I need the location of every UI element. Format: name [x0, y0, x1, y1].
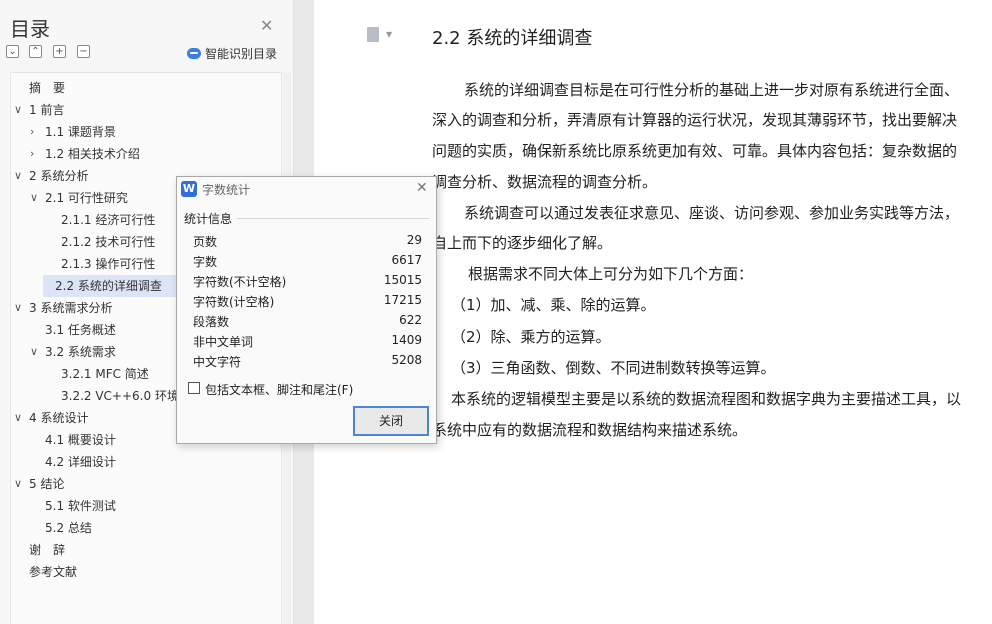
chevron-right-icon[interactable]: ›: [30, 147, 34, 160]
sidebar-title: 目录: [10, 17, 50, 41]
smart-toc-icon: [187, 48, 201, 59]
toc-item[interactable]: 1.1 课题背景: [45, 121, 116, 143]
stat-label: 字数: [193, 255, 218, 269]
toc-item[interactable]: 3.2.2 VC++6.0 环境: [61, 385, 179, 407]
toc-item[interactable]: 4 系统设计: [29, 407, 88, 429]
toc-item[interactable]: 3.1 任务概述: [45, 319, 116, 341]
chevron-right-icon[interactable]: ›: [30, 125, 34, 138]
toc-item[interactable]: 5.1 软件测试: [45, 495, 116, 517]
dialog-title: 字数统计: [202, 183, 251, 197]
paragraph-line: 调查分析、数据流程的调查分析。: [432, 173, 658, 191]
stat-label: 段落数: [193, 315, 230, 329]
dialog-titlebar[interactable]: W 字数统计 ✕: [177, 177, 436, 201]
toc-item[interactable]: 参考文献: [29, 561, 77, 583]
chevron-down-icon[interactable]: ∨: [14, 103, 22, 116]
paragraph-line: 系统的详细调查目标是在可行性分析的基础上进一步对原有系统进行全面、: [464, 81, 960, 99]
close-button[interactable]: 关闭: [353, 406, 429, 436]
toc-item[interactable]: 谢 辞: [29, 539, 65, 561]
paragraph-line: （1）加、减、乘、除的运算。: [451, 296, 656, 314]
stat-value: 5208: [391, 353, 422, 367]
paragraph-line: 自上而下的逐步细化了解。: [432, 234, 613, 252]
include-textbox-label[interactable]: 包括文本框、脚注和尾注(F): [205, 381, 353, 398]
paragraph-line: （3）三角函数、倒数、不同进制数转换等运算。: [451, 359, 776, 377]
stat-value: 29: [406, 233, 422, 247]
toc-item[interactable]: 2.1.1 经济可行性: [61, 209, 155, 231]
collapse-icon[interactable]: ⌃: [29, 45, 42, 58]
add-heading-icon[interactable]: +: [53, 45, 66, 58]
chevron-down-icon[interactable]: ∨: [30, 345, 38, 358]
paragraph-line: 本系统的逻辑模型主要是以系统的数据流程图和数据字典为主要描述工具，以: [451, 390, 962, 408]
include-textbox-checkbox[interactable]: [188, 382, 200, 394]
smart-toc-button[interactable]: 智能识别目录: [187, 45, 277, 62]
toc-item[interactable]: 3.2 系统需求: [45, 341, 116, 363]
toc-item[interactable]: 2 系统分析: [29, 165, 88, 187]
stat-value: 17215: [383, 293, 422, 307]
stat-value: 15015: [383, 273, 422, 287]
stat-value: 1409: [391, 333, 422, 347]
toc-item[interactable]: 2.1.2 技术可行性: [61, 231, 155, 253]
wps-logo-icon: W: [181, 181, 197, 197]
smart-toc-label: 智能识别目录: [205, 47, 278, 61]
toc-item[interactable]: 3.2.1 MFC 简述: [61, 363, 149, 385]
stat-label: 中文字符: [193, 355, 242, 369]
stat-value: 6617: [391, 253, 422, 267]
paragraph-line: 问题的实质，确保新系统比原系统更加有效、可靠。具体内容包括：复杂数据的: [432, 142, 958, 160]
word-count-dialog: W 字数统计 ✕ 统计信息 页数 29 字数 6617 字符数(不计空格) 15015 字符…: [176, 176, 437, 444]
chevron-down-icon[interactable]: ∨: [30, 191, 38, 204]
document-icon[interactable]: [367, 27, 379, 42]
stat-label: 页数: [193, 235, 218, 249]
chevron-down-icon[interactable]: ∨: [14, 169, 22, 182]
toc-item[interactable]: 1.2 相关技术介绍: [45, 143, 140, 165]
toc-item[interactable]: 5 结论: [29, 473, 64, 495]
stat-label: 字符数(计空格): [193, 295, 275, 309]
toc-item[interactable]: 1 前言: [29, 99, 64, 121]
section-heading: 2.2 系统的详细调查: [432, 28, 593, 49]
dialog-close-icon[interactable]: ✕: [416, 180, 428, 196]
paragraph-line: 根据需求不同大体上可分为如下几个方面：: [468, 265, 754, 283]
expand-all-icon[interactable]: ⌄: [6, 45, 19, 58]
chevron-down-icon[interactable]: ∨: [14, 301, 22, 314]
stat-label: 字符数(不计空格): [193, 275, 287, 289]
toc-item[interactable]: 3 系统需求分析: [29, 297, 112, 319]
toc-item[interactable]: 4.2 详细设计: [45, 451, 116, 473]
paragraph-line: （2）除、乘方的运算。: [451, 328, 611, 346]
document-dropdown-icon[interactable]: ▼: [386, 30, 392, 39]
stat-label: 非中文单词: [193, 335, 254, 349]
toc-item[interactable]: 4.1 概要设计: [45, 429, 116, 451]
toc-item[interactable]: 5.2 总结: [45, 517, 92, 539]
paragraph-line: 深入的调查和分析，弄清原有计算器的运行状况，发现其薄弱环节，找出要解决: [432, 111, 958, 129]
toc-item[interactable]: 摘 要: [29, 77, 65, 99]
chevron-down-icon[interactable]: ∨: [14, 477, 22, 490]
toc-item[interactable]: 2.1 可行性研究: [45, 187, 128, 209]
remove-heading-icon[interactable]: −: [77, 45, 90, 58]
section-divider: [237, 218, 429, 219]
sidebar-close-icon[interactable]: ✕: [260, 16, 273, 35]
stat-value: 622: [399, 313, 422, 327]
paragraph-line: 系统调查可以通过发表征求意见、座谈、访问参观、参加业务实践等方法，: [464, 204, 960, 222]
chevron-down-icon[interactable]: ∨: [14, 411, 22, 424]
toc-item[interactable]: 2.1.3 操作可行性: [61, 253, 155, 275]
stats-section-title: 统计信息: [184, 212, 233, 226]
paragraph-line: 系统中应有的数据流程和数据结构来描述系统。: [432, 421, 748, 439]
